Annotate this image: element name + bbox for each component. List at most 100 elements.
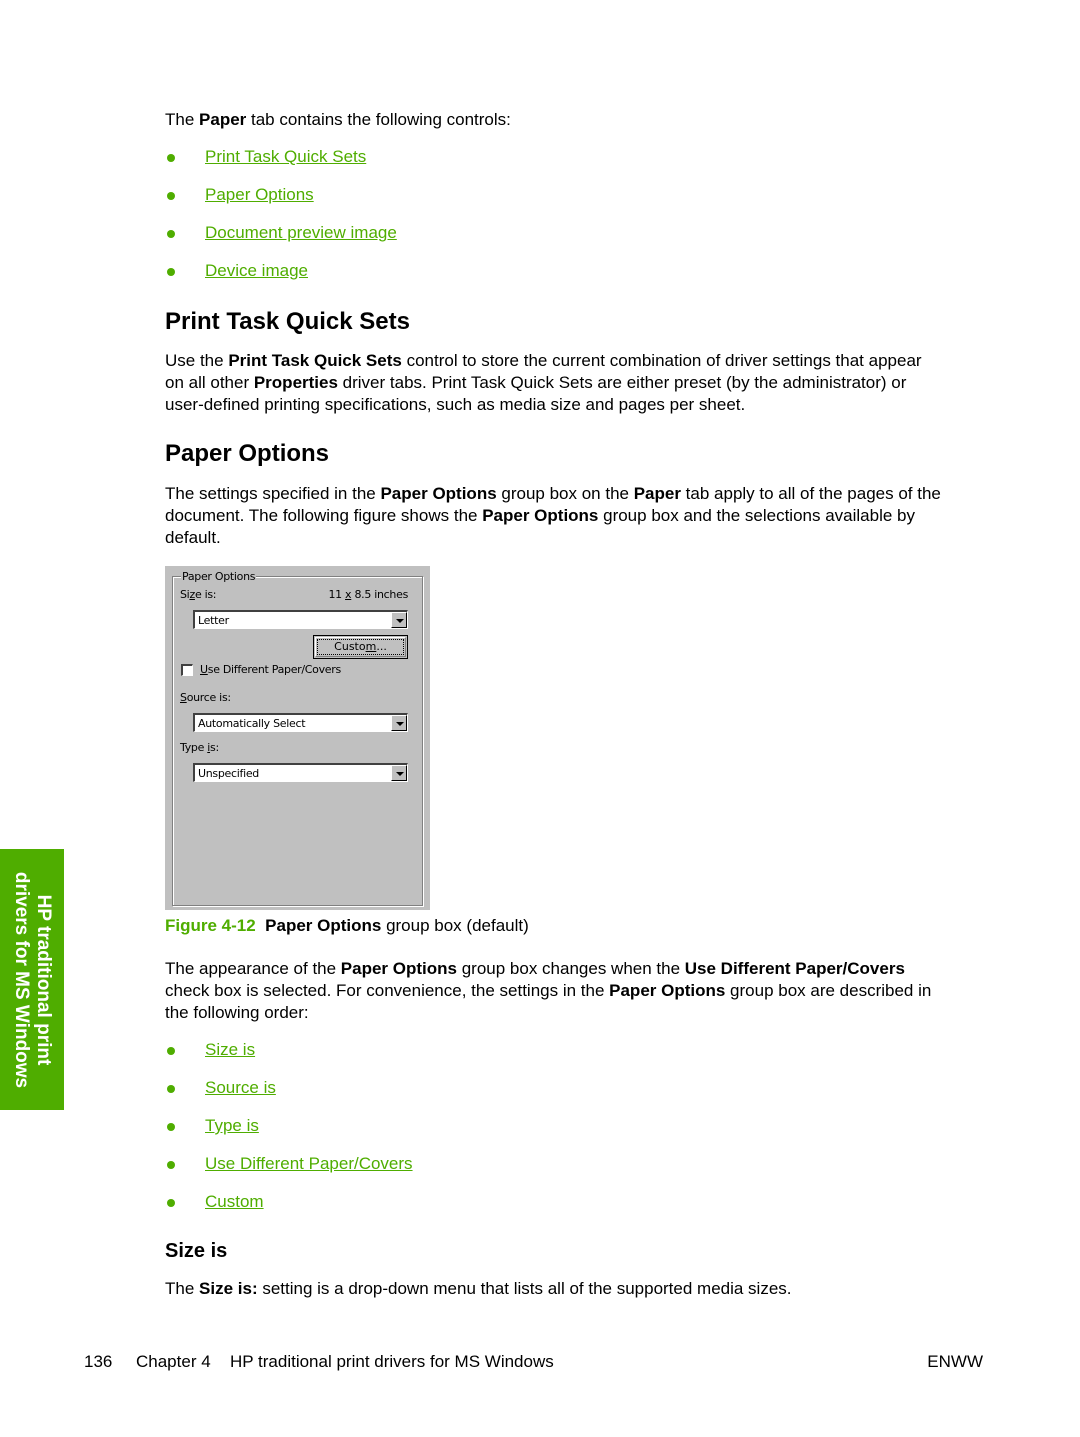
bullet-icon [167,192,175,200]
intro-suffix: tab contains the following controls: [246,110,511,129]
text: se Different Paper/Covers [207,663,341,676]
link-print-task-quick-sets[interactable]: Print Task Quick Sets [205,147,366,167]
link-device-image[interactable]: Device image [205,261,308,281]
text: Type [180,741,208,754]
text: document. The following figure shows the [165,506,483,525]
text-bold: Properties [253,373,338,392]
paragraph-line: document. The following figure shows the… [165,505,995,527]
text: 11 [328,588,346,601]
use-different-paper-label: Use Different Paper/Covers [200,663,341,676]
text-bold: Paper Options [380,484,497,503]
heading-print-task-quick-sets: Print Task Quick Sets [165,308,410,335]
link-paper-options[interactable]: Paper Options [205,185,314,205]
figure-caption: Figure 4-12 Paper Options group box (def… [165,915,529,937]
paragraph-line: check box is selected. For convenience, … [165,980,995,1002]
text: s: [210,741,219,754]
intro-prefix: The [165,110,200,129]
chevron-down-icon[interactable] [391,612,407,628]
text: The appearance of the [165,959,341,978]
text: ource is: [186,691,231,704]
bullet-icon [167,1047,175,1055]
text: control to store the current combination… [401,351,922,370]
bullet-icon [167,1199,175,1207]
paragraph-line: the following order: [165,1003,309,1022]
size-label: Size is: [180,588,217,601]
text: Use the [165,351,229,370]
source-dropdown[interactable]: Automatically Select [193,713,408,732]
side-tab-line: HP traditional print [33,894,54,1065]
heading-size-is: Size is [165,1240,228,1262]
link-source-is[interactable]: Source is [205,1078,276,1098]
text: group box changes when the [456,959,685,978]
custom-button[interactable]: Custom... [313,635,408,659]
source-value: Automatically Select [198,717,306,730]
paragraph-line: default. [165,528,221,547]
text-bold: Use Different Paper/Covers [684,959,905,978]
paragraph-line: The appearance of the Paper Options grou… [165,958,995,980]
type-dropdown[interactable]: Unspecified [193,763,408,782]
intro-bold: Paper [199,110,247,129]
link-use-different-paper-covers[interactable]: Use Different Paper/Covers [205,1154,413,1174]
size-dropdown[interactable]: Letter [193,610,408,629]
figure-number: Figure 4-12 [165,916,256,935]
paragraph-line: The settings specified in the Paper Opti… [165,483,995,505]
text: group box (default) [381,916,529,935]
text: Custo [334,640,366,653]
accelerator: U [200,663,208,676]
text-bold: Size is: [199,1279,258,1298]
type-label: Type is: [180,741,219,754]
link-custom[interactable]: Custom [205,1192,264,1212]
text-bold: Paper Options [609,981,726,1000]
text: The settings specified in the [165,484,381,503]
text-bold: Paper Options [265,916,382,935]
paragraph-line: on all other Properties driver tabs. Pri… [165,372,995,394]
type-value: Unspecified [198,767,259,780]
chapter-side-tab: HP traditional print drivers for MS Wind… [0,849,64,1110]
size-is-paragraph: The Size is: setting is a drop-down menu… [165,1278,792,1300]
bullet-icon [167,268,175,276]
use-different-paper-checkbox[interactable] [181,664,193,676]
footer-chapter: Chapter 4 [136,1352,211,1371]
paragraph-line: Use the Print Task Quick Sets control to… [165,350,995,372]
bullet-icon [167,1085,175,1093]
heading-paper-options: Paper Options [165,440,330,467]
paper-options-paragraph: The settings specified in the Paper Opti… [165,483,995,549]
text: The [165,1279,200,1298]
side-tab-line: drivers for MS Windows [11,871,32,1088]
footer-chapter-title: HP traditional print drivers for MS Wind… [230,1352,554,1371]
size-dimensions: 11 x 8.5 inches [328,588,408,601]
text: group box on the [496,484,634,503]
bullet-icon [167,1123,175,1131]
text-bold: Paper Options [482,506,599,525]
link-type-is[interactable]: Type is [205,1116,259,1136]
link-document-preview-image[interactable]: Document preview image [205,223,397,243]
text-bold: Paper Options [340,959,457,978]
chevron-down-icon[interactable] [391,765,407,781]
quick-sets-paragraph: Use the Print Task Quick Sets control to… [165,350,995,416]
text: on all other [165,373,254,392]
custom-button-label: Custom... [317,639,404,655]
size-value: Letter [198,614,229,627]
text-bold: Print Task Quick Sets [228,351,402,370]
group-box-title: Paper Options [181,570,257,583]
accelerator: m [365,640,377,653]
text: e is: [194,588,217,601]
text: setting is a drop-down menu that lists a… [257,1279,792,1298]
text: group box and the selections available b… [598,506,915,525]
page-number: 136 [84,1352,113,1371]
intro-text: The Paper tab contains the following con… [165,109,511,131]
paragraph-line: user-defined printing specifications, su… [165,395,746,414]
paper-options-dialog-image: Paper Options Size is: 11 x 8.5 inches L… [165,566,430,910]
text: 8.5 inches [351,588,408,601]
appearance-paragraph: The appearance of the Paper Options grou… [165,958,995,1024]
bullet-icon [167,154,175,162]
source-label: Source is: [180,691,231,704]
chevron-down-icon[interactable] [391,715,407,731]
bullet-icon [167,230,175,238]
text: check box is selected. For convenience, … [165,981,610,1000]
text: tab apply to all of the pages of the [680,484,941,503]
accelerator: S [180,691,187,704]
bullet-icon [167,1161,175,1169]
link-size-is[interactable]: Size is [205,1040,255,1060]
text-bold: Paper [633,484,681,503]
